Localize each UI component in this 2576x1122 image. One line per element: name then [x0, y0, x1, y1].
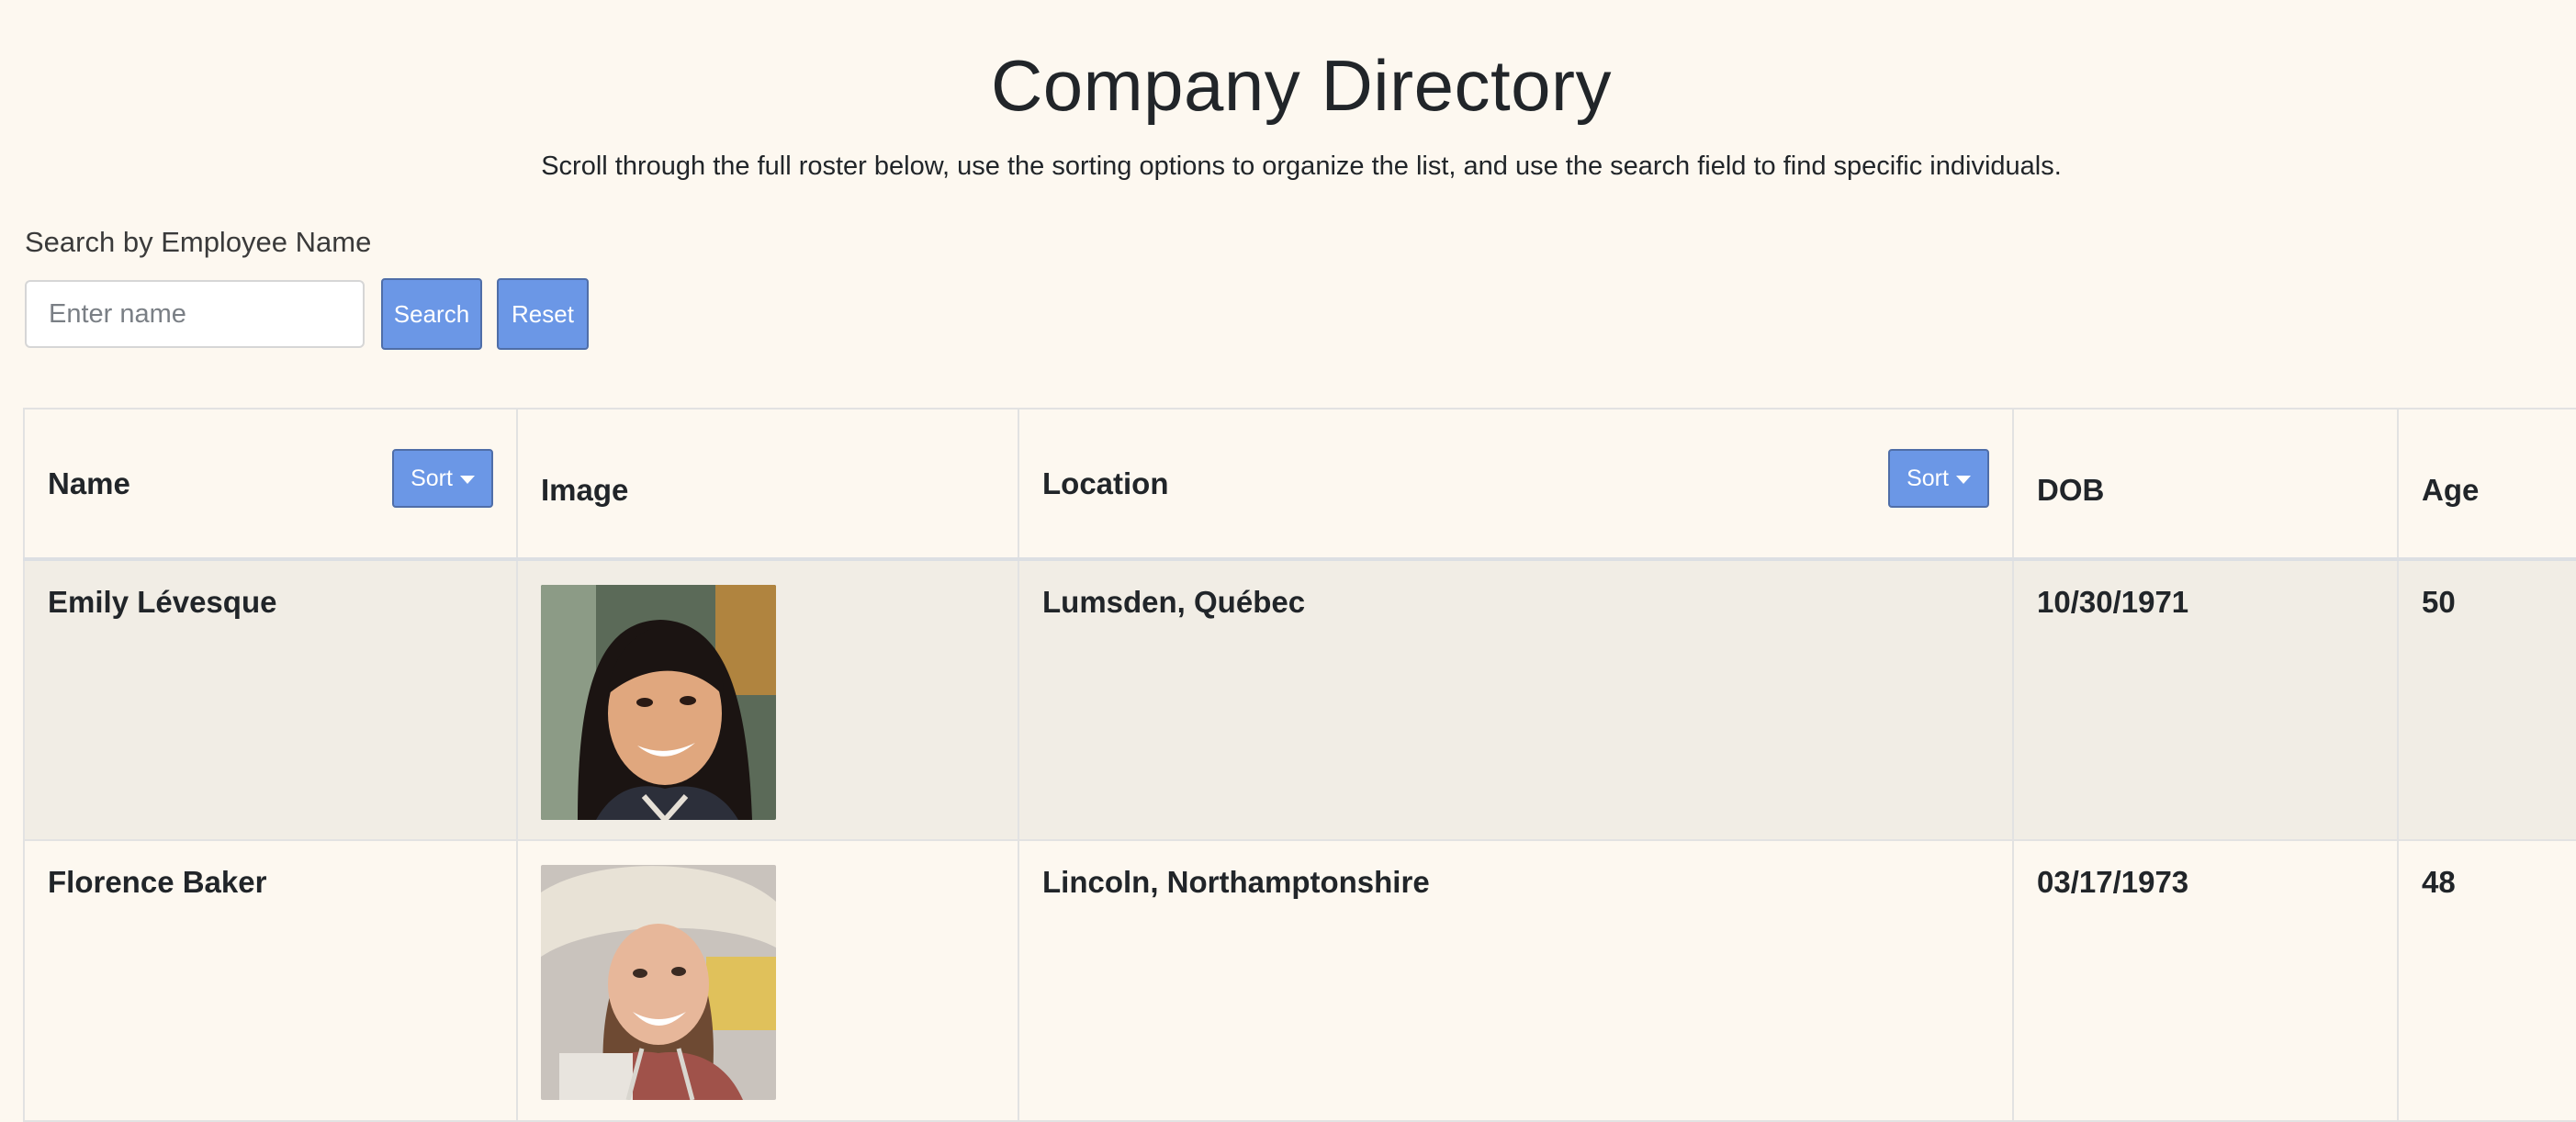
- header-image-label: Image: [541, 472, 629, 507]
- search-input[interactable]: [25, 280, 365, 348]
- table-row[interactable]: Florence Baker Lincoln, Northamptonshire: [23, 839, 2576, 1122]
- page-subtitle: Scroll through the full roster below, us…: [541, 151, 2062, 181]
- sort-name-button[interactable]: Sort: [392, 449, 493, 508]
- cell-location: Lincoln, Northamptonshire: [1018, 839, 2014, 1122]
- header-dob-label: DOB: [2037, 472, 2105, 507]
- header-image: Image: [516, 408, 1019, 561]
- reset-button[interactable]: Reset: [497, 278, 589, 350]
- header-name: Name Sort: [23, 408, 518, 561]
- search-button[interactable]: Search: [381, 278, 482, 350]
- header-location: Location Sort: [1018, 408, 2014, 561]
- header-name-label: Name: [48, 466, 130, 500]
- cell-name: Emily Lévesque: [23, 558, 518, 841]
- employee-photo: [541, 865, 776, 1100]
- cell-image: [516, 839, 1019, 1122]
- sort-location-button[interactable]: Sort: [1888, 449, 1989, 508]
- cell-dob: 03/17/1973: [2012, 839, 2399, 1122]
- search-label: Search by Employee Name: [25, 226, 372, 258]
- employee-photo: [541, 585, 776, 820]
- caret-down-icon: [459, 475, 475, 484]
- cell-age: 50: [2397, 558, 2576, 841]
- cell-image: [516, 558, 1019, 841]
- cell-name: Florence Baker: [23, 839, 518, 1122]
- sort-name-label: Sort: [411, 465, 453, 491]
- cell-age: 48: [2397, 839, 2576, 1122]
- header-dob: DOB: [2012, 408, 2399, 561]
- caret-down-icon: [1955, 475, 1971, 484]
- cell-location: Lumsden, Québec: [1018, 558, 2014, 841]
- header-location-label: Location: [1042, 466, 1169, 500]
- cell-dob: 10/30/1971: [2012, 558, 2399, 841]
- table-header-row: Name Sort Image Location Sort DOB Age: [23, 408, 2576, 561]
- sort-location-label: Sort: [1907, 465, 1949, 491]
- header-age-label: Age: [2422, 472, 2480, 507]
- table-row[interactable]: Emily Lévesque Lumsden, Québec 10/30/197…: [23, 558, 2576, 841]
- page-title: Company Directory: [990, 45, 1613, 126]
- header-age: Age: [2397, 408, 2576, 561]
- directory-table: Name Sort Image Location Sort DOB Age Em…: [23, 408, 2576, 1122]
